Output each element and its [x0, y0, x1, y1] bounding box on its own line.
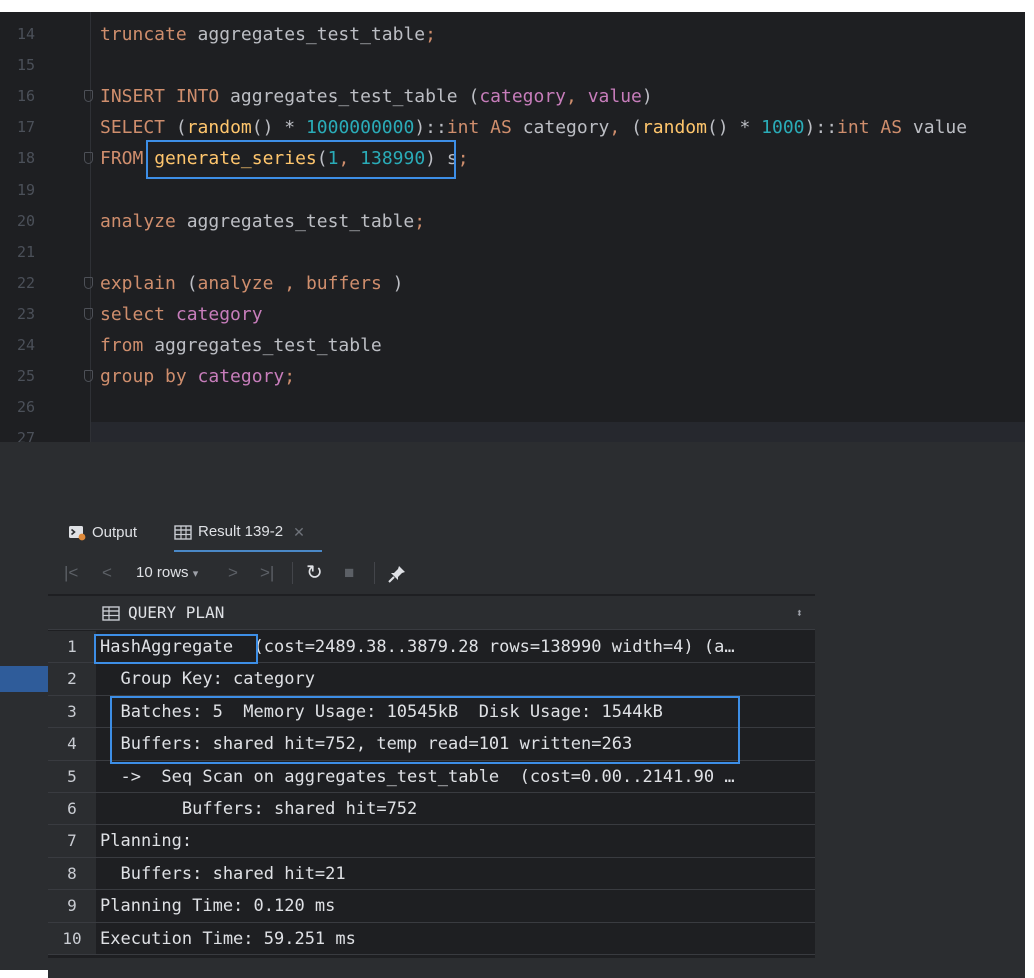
line-number: 17 [17, 118, 36, 137]
toolbar-separator [292, 562, 293, 584]
code-text: SELECT (random() * 1000000000)::int AS c… [100, 117, 968, 139]
row-number[interactable]: 8 [48, 857, 96, 890]
highlight-batches-buffers [110, 696, 740, 764]
line-number: 26 [17, 398, 36, 417]
line-number: 23 [17, 304, 36, 323]
rows-count-label: 10 rows [136, 564, 189, 581]
fold-marker-icon[interactable] [84, 152, 93, 165]
selected-row-marker [0, 666, 48, 692]
code-line[interactable]: 16 INSERT INTO aggregates_test_table (cat… [0, 81, 1025, 112]
fold-marker-icon[interactable] [84, 370, 93, 383]
query-plan-cell[interactable]: Buffers: shared hit=752 [100, 793, 812, 825]
code-text: INSERT INTO aggregates_test_table (categ… [100, 86, 653, 108]
table-row[interactable]: 6 Buffers: shared hit=752 [48, 793, 815, 826]
table-row[interactable]: 7 Planning: [48, 825, 815, 858]
code-line[interactable]: 22 explain (analyze , buffers ) [0, 268, 1025, 299]
tab-output[interactable]: Output [68, 514, 137, 552]
rows-count-dropdown[interactable]: 10 rows ▾ [136, 552, 198, 594]
table-row[interactable]: 10 Execution Time: 59.251 ms [48, 922, 815, 955]
query-plan-cell[interactable]: Buffers: shared hit=21 [100, 858, 812, 890]
result-toolbar: |< < 10 rows ▾ > >| ↻ ■ [48, 552, 1025, 594]
query-plan-cell[interactable]: -> Seq Scan on aggregates_test_table (co… [100, 761, 812, 793]
fold-marker-icon[interactable] [84, 276, 93, 289]
table-row[interactable]: 9 Planning Time: 0.120 ms [48, 890, 815, 923]
row-number[interactable]: 3 [48, 695, 96, 728]
sort-icon[interactable]: ⬍ [796, 596, 803, 630]
code-line[interactable]: 25 group by category; [0, 361, 1025, 392]
tab-result-label: Result 139-2 [198, 523, 284, 540]
query-plan-cell[interactable]: Planning: [100, 825, 812, 857]
line-number: 27 [17, 429, 36, 442]
row-number[interactable]: 9 [48, 890, 96, 922]
code-text: truncate aggregates_test_table; [100, 24, 436, 45]
row-number[interactable]: 10 [48, 922, 96, 954]
row-number[interactable]: 5 [48, 760, 96, 792]
line-number: 20 [17, 211, 36, 230]
line-number: 25 [17, 367, 36, 386]
row-number[interactable]: 2 [48, 663, 96, 695]
tab-result[interactable]: Result 139-2 ✕ [174, 514, 322, 552]
row-number[interactable]: 7 [48, 825, 96, 857]
output-console-icon [69, 526, 86, 541]
line-number: 22 [17, 273, 36, 292]
editor-panel-gap [0, 442, 1025, 514]
stop-icon[interactable]: ■ [344, 552, 354, 594]
line-number: 14 [17, 25, 36, 43]
previous-page-icon[interactable]: < [102, 552, 112, 594]
result-tabs: Output Result 139-2 ✕ [48, 514, 1025, 552]
code-line[interactable]: 20 analyze aggregates_test_table; [0, 206, 1025, 237]
code-text: analyze aggregates_test_table; [100, 210, 426, 232]
table-row[interactable]: 2 Group Key: category [48, 663, 815, 696]
code-line[interactable]: 17 SELECT (random() * 1000000000)::int AS… [0, 112, 1025, 143]
line-number: 24 [17, 336, 36, 354]
grid-empty-area [815, 594, 1025, 958]
fold-marker-icon[interactable] [84, 90, 93, 103]
code-line[interactable]: 19 [0, 175, 1025, 206]
line-number: 16 [17, 87, 36, 106]
panel-left-strip [0, 514, 48, 970]
highlight-hashaggregate [94, 634, 258, 664]
row-number[interactable]: 6 [48, 793, 96, 825]
code-line[interactable]: 23 select category [0, 299, 1025, 330]
line-number: 21 [17, 242, 36, 261]
row-number[interactable]: 1 [48, 631, 96, 663]
code-line[interactable]: 24 from aggregates_test_table [0, 330, 1025, 361]
table-row[interactable]: 5 -> Seq Scan on aggregates_test_table (… [48, 760, 815, 793]
query-plan-cell[interactable]: Execution Time: 59.251 ms [100, 923, 812, 955]
tab-output-label: Output [92, 524, 138, 541]
line-number: 18 [17, 149, 36, 168]
query-plan-cell[interactable]: Planning Time: 0.120 ms [100, 890, 812, 922]
chevron-down-icon: ▾ [192, 568, 199, 580]
pin-icon[interactable] [386, 552, 408, 594]
code-line[interactable]: 15 [0, 50, 1025, 81]
code-text: group by category; [100, 366, 296, 388]
code-editor[interactable]: 14 truncate aggregates_test_table; 15 16 INS… [0, 12, 1025, 442]
code-line[interactable]: 26 [0, 392, 1025, 423]
table-grid-icon [174, 524, 192, 540]
refresh-icon[interactable]: ↻ [306, 552, 323, 594]
column-header-query-plan[interactable]: QUERY PLAN ⬍ [48, 596, 815, 630]
first-page-icon[interactable]: |< [64, 552, 78, 594]
panel-bottom [48, 958, 1025, 978]
query-plan-cell[interactable]: Group Key: category [100, 663, 812, 695]
fold-marker-icon[interactable] [84, 307, 93, 320]
code-line[interactable]: 21 [0, 237, 1025, 268]
code-text: explain (analyze , buffers ) [100, 272, 404, 294]
next-page-icon[interactable]: > [228, 552, 238, 594]
last-page-icon[interactable]: >| [260, 552, 274, 594]
column-table-icon [102, 606, 120, 621]
column-header-label: QUERY PLAN [128, 603, 225, 622]
code-text: select category [100, 303, 263, 325]
line-number: 19 [17, 180, 36, 199]
highlight-generate-series [146, 140, 456, 179]
table-row[interactable]: 8 Buffers: shared hit=21 [48, 857, 815, 891]
code-text: from aggregates_test_table [100, 335, 382, 356]
code-line[interactable]: 14 truncate aggregates_test_table; [0, 19, 1025, 50]
row-number[interactable]: 4 [48, 728, 96, 760]
close-icon[interactable]: ✕ [293, 514, 305, 550]
line-number: 15 [17, 56, 36, 75]
toolbar-separator [374, 562, 375, 584]
code-line[interactable]: 27 [0, 423, 1025, 442]
